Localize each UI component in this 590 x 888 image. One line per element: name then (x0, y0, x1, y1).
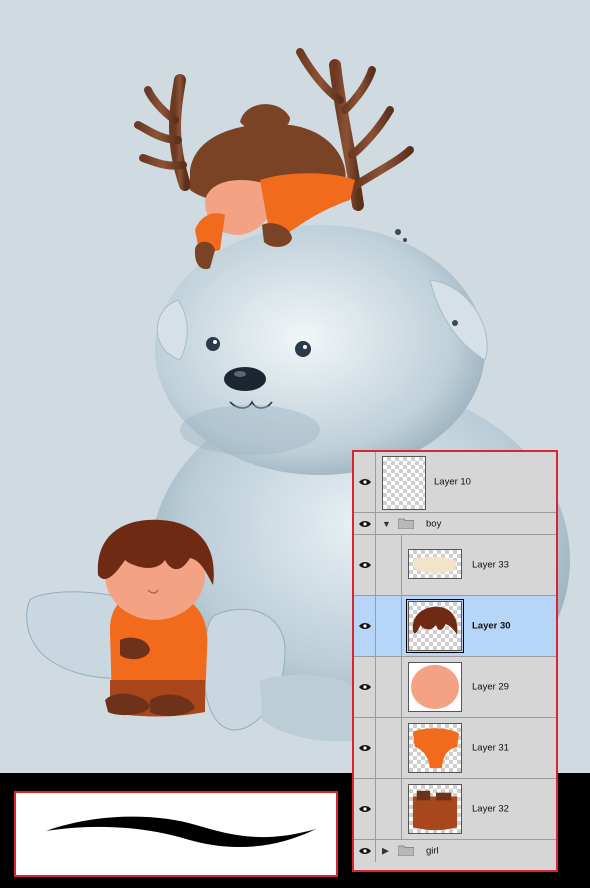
layer-row-layer-10[interactable]: Layer 10 (354, 452, 556, 513)
layer-name: Layer 10 (434, 476, 471, 488)
eye-icon[interactable] (354, 657, 376, 717)
indent-spacer (376, 535, 402, 595)
eye-icon[interactable] (354, 596, 376, 656)
layer-thumbnail (406, 599, 464, 653)
boy-character (97, 519, 214, 717)
layer-thumbnail (408, 723, 462, 773)
layer-row-layer-32[interactable]: Layer 32 (354, 779, 556, 840)
eye-icon[interactable] (354, 452, 376, 512)
layer-row-layer-30[interactable]: Layer 30 (354, 596, 556, 657)
eye-icon[interactable] (354, 840, 376, 862)
layer-name: Layer 33 (472, 559, 509, 571)
layer-name: Layer 31 (472, 742, 509, 754)
layer-row-layer-29[interactable]: Layer 29 (354, 657, 556, 718)
indent-spacer (376, 718, 402, 778)
layer-name: Layer 29 (472, 681, 509, 693)
eye-icon[interactable] (354, 779, 376, 839)
group-row-boy[interactable]: ▼ boy (354, 513, 556, 535)
group-name: girl (426, 845, 439, 857)
indent-spacer (376, 596, 402, 656)
triangle-down-icon[interactable]: ▼ (382, 519, 391, 529)
brush-stroke-icon (46, 816, 316, 848)
layer-thumbnail (382, 456, 426, 510)
brush-stroke-preview (14, 791, 338, 877)
group-row-girl[interactable]: ▶ girl (354, 840, 556, 862)
eye-icon[interactable] (354, 535, 376, 595)
layer-thumbnail (408, 662, 462, 712)
layer-thumbnail (408, 784, 462, 834)
layer-row-layer-31[interactable]: Layer 31 (354, 718, 556, 779)
layer-row-layer-33[interactable]: Layer 33 (354, 535, 556, 596)
layers-panel[interactable]: Layer 10 ▼ boy Layer 33 Layer 30 Layer 2… (352, 450, 558, 872)
folder-icon (398, 845, 414, 856)
indent-spacer (376, 779, 402, 839)
layer-thumbnail (408, 549, 462, 579)
layer-name: Layer 30 (472, 620, 511, 632)
layer-name: Layer 32 (472, 803, 509, 815)
group-name: boy (426, 518, 442, 529)
eye-icon[interactable] (354, 718, 376, 778)
folder-icon (398, 518, 414, 529)
triangle-right-icon[interactable]: ▶ (382, 846, 389, 857)
eye-icon[interactable] (354, 513, 376, 534)
indent-spacer (376, 657, 402, 717)
